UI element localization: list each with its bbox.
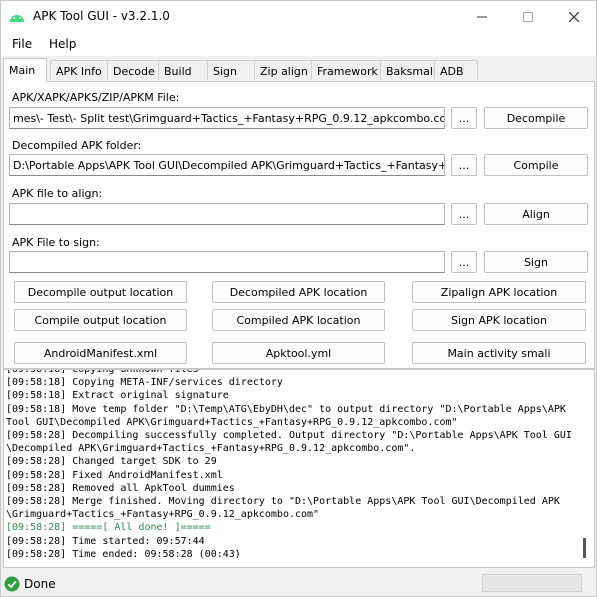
tab-main[interactable]: Main	[3, 58, 47, 82]
log-line: Tool GUI\Decompiled APK\Grimguard+Tactic…	[6, 416, 458, 428]
tab-zip-align[interactable]: Zip align	[254, 60, 312, 80]
maximize-button[interactable]	[505, 1, 551, 32]
log-line: [09:58:28] =====[ All done! ]=====	[6, 522, 211, 534]
sign-button[interactable]: Sign	[484, 251, 588, 273]
tab-baksmali[interactable]: Baksmali	[380, 60, 436, 80]
log-line: [09:58:18] Copying META-INF/services dir…	[6, 377, 283, 389]
log-line: \Decompiled APK\Grimguard+Tactics_+Fanta…	[6, 443, 416, 455]
menu-file[interactable]: File	[12, 37, 32, 51]
log-lines: [09:58:18] Copying unknown files [09:58:1…	[6, 369, 576, 561]
browse-apk-button[interactable]: ...	[451, 107, 477, 129]
log-line: [09:58:28] Decompiling successfully comp…	[6, 430, 572, 442]
sign-file-label: APK File to sign:	[12, 236, 100, 249]
log-scrollbar[interactable]	[583, 538, 586, 558]
status-text: Done	[24, 577, 56, 591]
menu-help[interactable]: Help	[49, 37, 76, 51]
tab-build[interactable]: Build	[158, 60, 208, 80]
log-line: [09:58:28] Time started: 09:57:44	[6, 535, 205, 547]
tab-apk-info[interactable]: APK Info	[50, 60, 108, 80]
main-panel: APK/XAPK/APKS/ZIP/APKM File: mes\- Test\…	[3, 81, 595, 369]
android-icon	[10, 15, 24, 22]
close-button[interactable]	[551, 1, 597, 32]
apk-file-label: APK/XAPK/APKS/ZIP/APKM File:	[12, 91, 180, 104]
log-line: [09:58:18] Extract original signature	[6, 390, 229, 402]
align-file-input[interactable]	[9, 203, 445, 225]
log-line: [09:58:18] Move temp folder "D:\Temp\ATG…	[6, 403, 566, 415]
close-icon	[569, 11, 579, 22]
log-line: \Grimguard+Tactics_+Fantasy+RPG_0.9.12_a…	[6, 509, 320, 521]
log-line: [09:58:28] Changed target SDK to 29	[6, 456, 217, 468]
decompiled-folder-input[interactable]: D:\Portable Apps\APK Tool GUI\Decompiled…	[9, 154, 445, 176]
app-window: APK Tool GUI - v3.2.1.0 File Help Main A…	[0, 0, 597, 597]
maximize-icon	[523, 11, 533, 22]
decompiled-apk-location-button[interactable]: Decompiled APK location	[212, 281, 385, 303]
zipalign-apk-location-button[interactable]: Zipalign APK location	[412, 281, 586, 303]
decompiled-folder-label: Decompiled APK folder:	[12, 139, 142, 152]
tab-framework[interactable]: Framework	[311, 60, 381, 80]
tab-strip: Main APK Info Decode Build Sign Zip alig…	[3, 58, 595, 82]
browse-align-button[interactable]: ...	[451, 203, 477, 225]
window-title: APK Tool GUI - v3.2.1.0	[33, 9, 170, 23]
sign-file-input[interactable]	[9, 251, 445, 273]
tab-adb[interactable]: ADB	[434, 60, 478, 80]
log-line: [09:58:18] Copying unknown files	[6, 369, 199, 375]
progress-bar	[482, 574, 582, 592]
sign-apk-location-button[interactable]: Sign APK location	[412, 309, 586, 331]
log-output[interactable]: [09:58:18] Copying unknown files [09:58:1…	[3, 369, 595, 568]
log-line: [09:58:28] Fixed AndroidManifest.xml	[6, 469, 223, 481]
main-activity-smali-button[interactable]: Main activity smali	[412, 342, 586, 364]
tab-sign[interactable]: Sign	[207, 60, 255, 80]
log-line: [09:58:28] Removed all ApkTool dummies	[6, 482, 235, 494]
menu-bar: File Help	[1, 32, 596, 56]
title-bar[interactable]: APK Tool GUI - v3.2.1.0	[1, 1, 596, 32]
log-line: [09:58:28] Time ended: 09:58:28 (00:43)	[6, 548, 241, 560]
compile-button[interactable]: Compile	[484, 154, 588, 176]
apktool-yml-button[interactable]: Apktool.yml	[212, 342, 385, 364]
minimize-button[interactable]	[459, 1, 505, 32]
decompile-output-location-button[interactable]: Decompile output location	[14, 281, 187, 303]
browse-folder-button[interactable]: ...	[451, 154, 477, 176]
compile-output-location-button[interactable]: Compile output location	[14, 309, 187, 331]
decompile-button[interactable]: Decompile	[484, 107, 588, 129]
log-line: [09:58:28] Merge finished. Moving direct…	[6, 496, 560, 508]
align-file-label: APK file to align:	[12, 187, 103, 200]
apk-file-input[interactable]: mes\- Test\- Split test\Grimguard+Tactic…	[9, 107, 445, 129]
status-bar: Done	[1, 570, 596, 596]
compiled-apk-location-button[interactable]: Compiled APK location	[212, 309, 385, 331]
browse-sign-button[interactable]: ...	[451, 251, 477, 273]
tab-decode[interactable]: Decode	[107, 60, 159, 80]
align-button[interactable]: Align	[484, 203, 588, 225]
check-icon	[4, 576, 20, 592]
android-manifest-button[interactable]: AndroidManifest.xml	[14, 342, 187, 364]
minimize-icon	[477, 16, 487, 17]
